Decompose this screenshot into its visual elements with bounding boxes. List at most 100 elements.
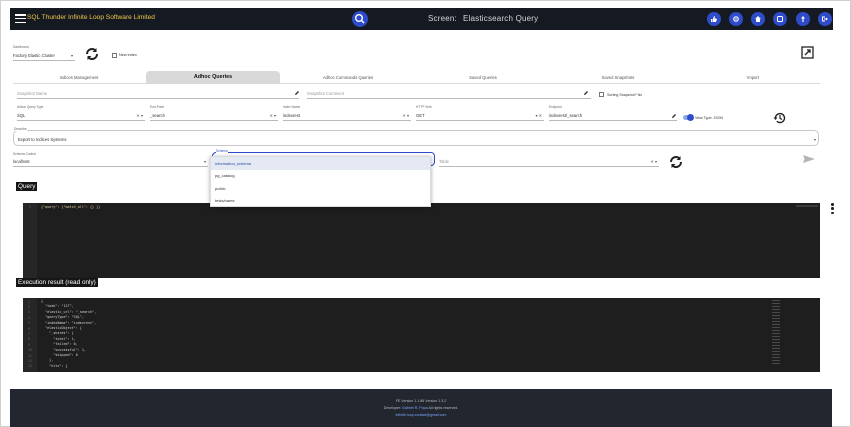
query-type-value: SQL xyxy=(17,113,26,118)
schema-dropdown-menu: information_schema pg_catalog public tes… xyxy=(210,156,431,207)
app-window: SQL Thunder Infinite Loop Software Limit… xyxy=(0,0,851,427)
upload-button[interactable] xyxy=(796,12,810,26)
sorting-snapshot-checkbox[interactable] xyxy=(599,92,604,97)
endpoint-select[interactable]: End-Point _search ✕ ▾ xyxy=(150,105,278,121)
home-button[interactable] xyxy=(751,12,765,26)
describe-select[interactable]: Describe Export to Indices Systems ▾ xyxy=(13,127,819,146)
sorting-snapshot-label: Sorting Snapshot? No xyxy=(607,93,643,97)
thumb-button[interactable] xyxy=(707,12,721,26)
snapshot-comment-input[interactable]: Snapshot Comment xyxy=(307,87,591,99)
footer-version: FE Version 1.1.88 Version 1.3.2 xyxy=(395,399,447,403)
footer-developer: Developer: Gabriel R. Popa All rights re… xyxy=(10,406,832,410)
refresh-connection-icon[interactable] xyxy=(83,45,101,63)
schema-option[interactable]: pg_catalog xyxy=(211,170,430,183)
index-value: indexrest xyxy=(283,113,300,118)
new-index-checkbox[interactable] xyxy=(112,53,117,58)
table-select[interactable]: Table ✕ ▾ xyxy=(439,152,659,167)
schema-option[interactable]: public xyxy=(211,182,430,195)
tab-import[interactable]: Import xyxy=(686,71,820,83)
chevron-down-icon: ✕ ▾ xyxy=(402,113,409,118)
result-code-line: { xyxy=(41,299,44,303)
index-label: Index Name xyxy=(283,105,301,109)
query-editor-gutter xyxy=(23,203,37,278)
index-select[interactable]: Index Name indexrest ✕ ▾ xyxy=(283,105,411,121)
tab-saved-queries[interactable]: Saved Queries xyxy=(416,71,550,83)
endpoint-input[interactable]: Endpoint indexrest/_search xyxy=(549,105,677,121)
view-type-toggle[interactable] xyxy=(683,114,694,121)
tab-saved-snapshots[interactable]: Saved Snapshots xyxy=(551,71,685,83)
result-code-line: "hits": { xyxy=(41,363,68,368)
schema-option[interactable]: information_schema xyxy=(211,157,430,170)
schema-option[interactable]: tests/name xyxy=(211,195,430,208)
header-search-button[interactable] xyxy=(352,11,368,27)
screen-title: Screen: Elasticsearch Query xyxy=(428,14,544,23)
result-code-line: "queryType": "SQL", xyxy=(41,315,84,320)
edit-name-icon[interactable] xyxy=(294,90,300,96)
tab-adhoc-queries[interactable]: Adhoc Queries xyxy=(146,71,280,83)
result-code-line: "skipped": 0 xyxy=(41,353,78,357)
result-editor: 1 {2 "took": "127", 3 "elastic_url": "_sea… xyxy=(23,298,820,372)
line-number: 7 xyxy=(28,331,30,336)
result-code-line: "failed": 0, xyxy=(41,342,78,347)
line-number: 1 xyxy=(28,299,30,304)
schema-control-select[interactable]: Schema Control localhost ▾ xyxy=(13,152,208,167)
describe-value: Export to Indices Systems xyxy=(18,137,67,142)
chevron-down-icon: ✕ ▾ xyxy=(650,159,657,164)
edit-comment-icon[interactable] xyxy=(583,90,589,96)
new-index-label: New index xyxy=(119,53,137,57)
open-in-new-icon[interactable] xyxy=(801,46,814,59)
toggle-knob xyxy=(687,114,694,121)
app-title: SQL Thunder Infinite Loop Software Limit… xyxy=(27,14,155,21)
tab-indices-management[interactable]: Indices Management xyxy=(13,71,145,83)
send-icon[interactable] xyxy=(802,154,816,164)
developer-link[interactable]: Gabriel R. Popa xyxy=(402,406,428,410)
schema-control-label: Schema Control xyxy=(13,152,36,156)
chevron-down-icon: ✕ ▾ xyxy=(269,113,276,118)
http-verb-select[interactable]: HTTP Verb GET ▾ ✕ xyxy=(416,105,544,121)
chevron-down-icon: ▾ xyxy=(203,159,206,164)
describe-label: Describe xyxy=(14,127,27,131)
http-verb-value: GET xyxy=(416,113,425,118)
refresh-schema-icon[interactable] xyxy=(667,153,685,171)
history-icon[interactable] xyxy=(772,110,788,126)
tabs-divider xyxy=(13,83,820,84)
schema-control-value: localhost xyxy=(13,159,30,164)
endpoint-value: _search xyxy=(150,113,165,118)
line-number: 3 xyxy=(28,310,30,315)
snapshot-name-input[interactable]: Snapshot Name xyxy=(17,87,299,99)
line-number: 2 xyxy=(28,304,30,309)
chevron-down-icon: ✕ ▾ xyxy=(136,113,143,118)
footer-email-link[interactable]: infinite.loop.contact@gmail.com xyxy=(10,413,832,417)
home-icon xyxy=(755,16,761,22)
endpoint-input-value: indexrest/_search xyxy=(549,113,583,118)
line-number: 5 xyxy=(28,321,30,326)
developer-prefix: Developer: xyxy=(383,406,402,410)
query-type-select[interactable]: Adhoc Query Type SQL ✕ ▾ xyxy=(17,105,145,121)
database-button[interactable] xyxy=(773,12,787,26)
query-editor[interactable]: 1 {"query": {"match_all": {} }} xyxy=(23,203,820,278)
result-code-line: }, xyxy=(41,358,54,363)
logout-icon xyxy=(822,16,828,22)
schema-label: Schema xyxy=(216,149,228,153)
tab-adhoc-commands[interactable]: Adhoc Commands Queries xyxy=(281,71,415,83)
chevron-down-icon: ▾ ✕ xyxy=(535,113,542,118)
top-header: SQL Thunder Infinite Loop Software Limit… xyxy=(10,8,833,30)
edit-endpoint-icon[interactable] xyxy=(671,113,677,119)
result-code-line: "indexName": "indexrest", xyxy=(41,320,97,325)
menu-icon[interactable] xyxy=(15,14,26,23)
result-code-line: "_shards": { xyxy=(41,331,74,336)
result-code-line: "successful": 1, xyxy=(41,347,86,352)
search-icon xyxy=(355,14,365,24)
connection-select[interactable]: Dashboard Factory Elastic Cluster ▾ xyxy=(13,45,75,61)
snapshot-comment-placeholder: Snapshot Comment xyxy=(307,91,345,96)
table-placeholder: Table xyxy=(439,159,450,164)
logout-button[interactable] xyxy=(818,12,832,26)
line-number: 4 xyxy=(28,315,30,320)
line-number: 1 xyxy=(29,205,31,209)
more-vertical-icon[interactable] xyxy=(831,203,834,214)
chevron-down-icon: ▾ xyxy=(813,137,816,142)
result-code-line: "elastic_url": "_search", xyxy=(41,309,97,314)
line-number: 12 xyxy=(28,358,32,363)
settings-button[interactable] xyxy=(729,12,743,26)
connection-value: Factory Elastic Cluster xyxy=(13,53,55,58)
